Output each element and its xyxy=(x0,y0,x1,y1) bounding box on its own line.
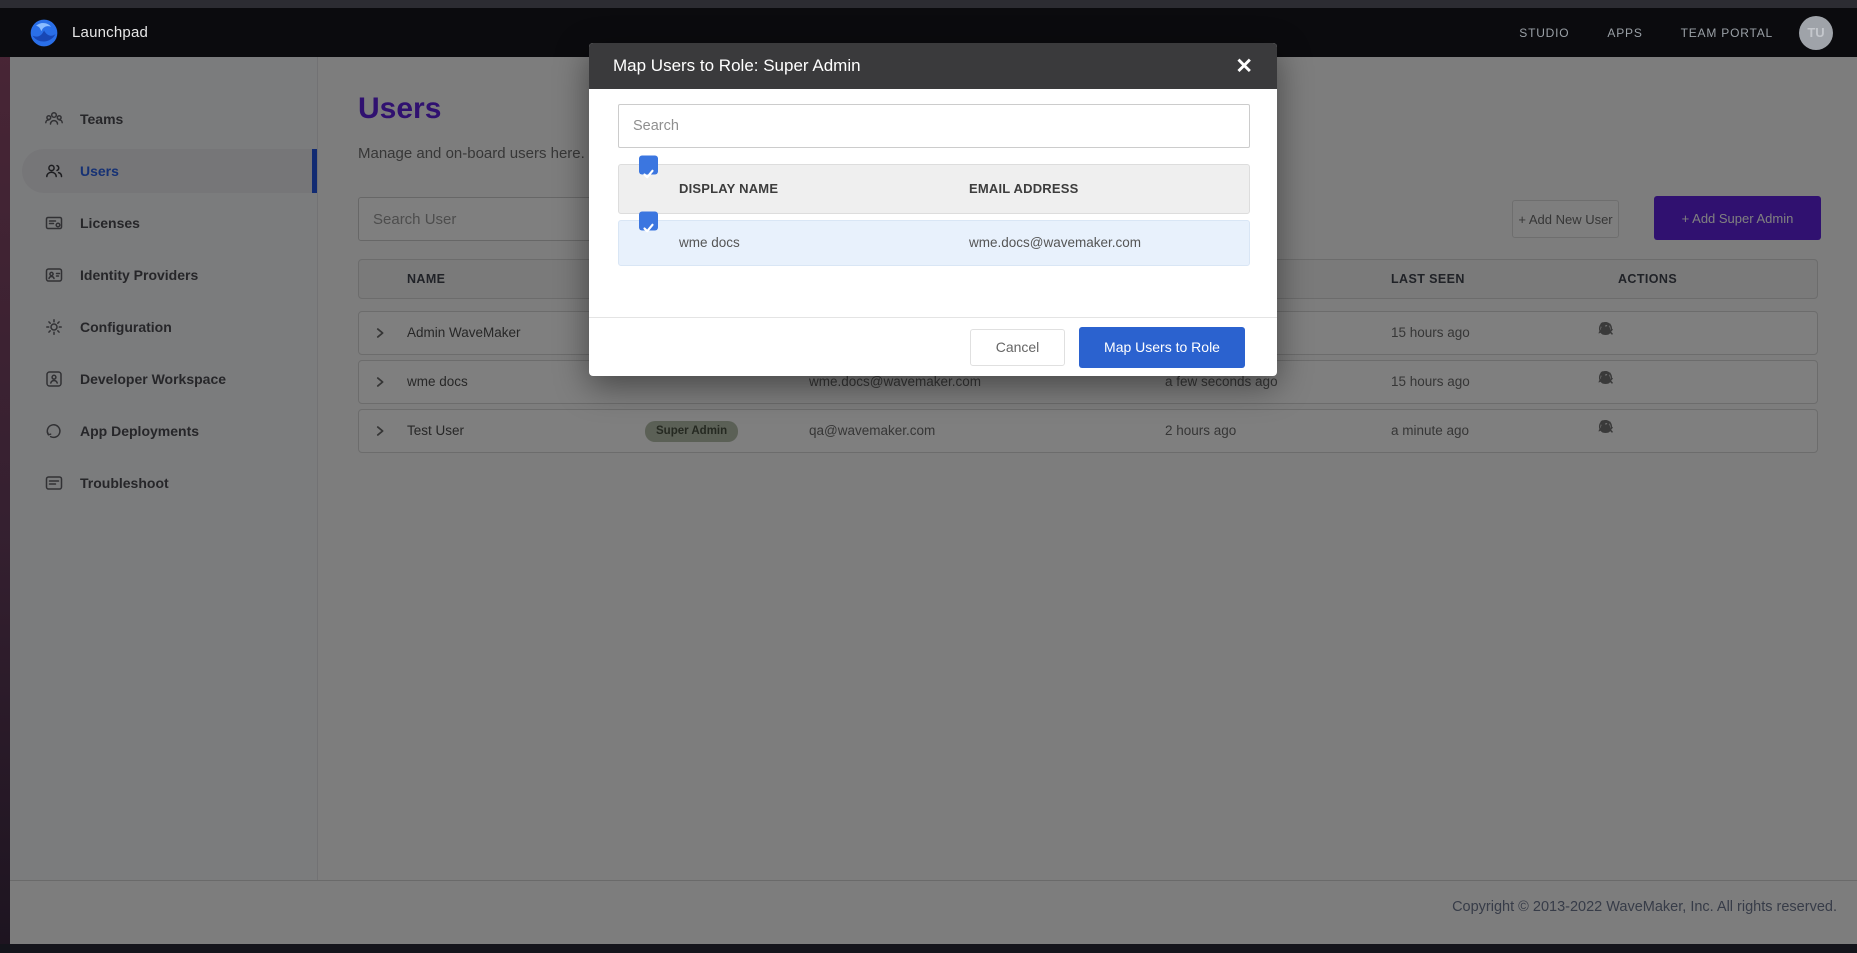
modal-user-row[interactable]: wme docs wme.docs@wavemaker.com xyxy=(618,220,1250,266)
brand-title: Launchpad xyxy=(72,24,148,41)
nav-studio[interactable]: STUDIO xyxy=(1519,26,1569,40)
column-header-email-address: EMAIL ADDRESS xyxy=(969,165,1079,213)
column-header-display-name: DISPLAY NAME xyxy=(679,165,778,213)
map-users-to-role-button[interactable]: Map Users to Role xyxy=(1079,327,1245,368)
nav-team-portal[interactable]: TEAM PORTAL xyxy=(1681,26,1773,40)
close-icon[interactable]: ✕ xyxy=(1235,56,1253,77)
header-nav: STUDIO APPS TEAM PORTAL xyxy=(1519,26,1773,40)
modal-table-header: DISPLAY NAME EMAIL ADDRESS xyxy=(618,164,1250,214)
user-avatar[interactable]: TU xyxy=(1799,16,1833,50)
modal-title: Map Users to Role: Super Admin xyxy=(613,56,861,76)
window-top-strip xyxy=(0,0,1857,8)
modal-search-input[interactable] xyxy=(618,104,1250,148)
wavemaker-logo-icon xyxy=(28,17,60,49)
desktop-bottom-strip xyxy=(0,944,1857,953)
nav-apps[interactable]: APPS xyxy=(1607,26,1642,40)
row-checkbox[interactable] xyxy=(639,212,658,231)
display-name: wme docs xyxy=(679,221,740,265)
select-all-checkbox[interactable] xyxy=(639,156,658,175)
cancel-button[interactable]: Cancel xyxy=(970,329,1065,366)
modal-header: Map Users to Role: Super Admin ✕ xyxy=(589,43,1277,89)
email-address: wme.docs@wavemaker.com xyxy=(969,221,1141,265)
map-users-to-role-dialog: Map Users to Role: Super Admin ✕ DISPLAY… xyxy=(589,43,1277,376)
desktop-left-strip xyxy=(0,0,10,953)
modal-footer: Cancel Map Users to Role xyxy=(589,317,1277,376)
